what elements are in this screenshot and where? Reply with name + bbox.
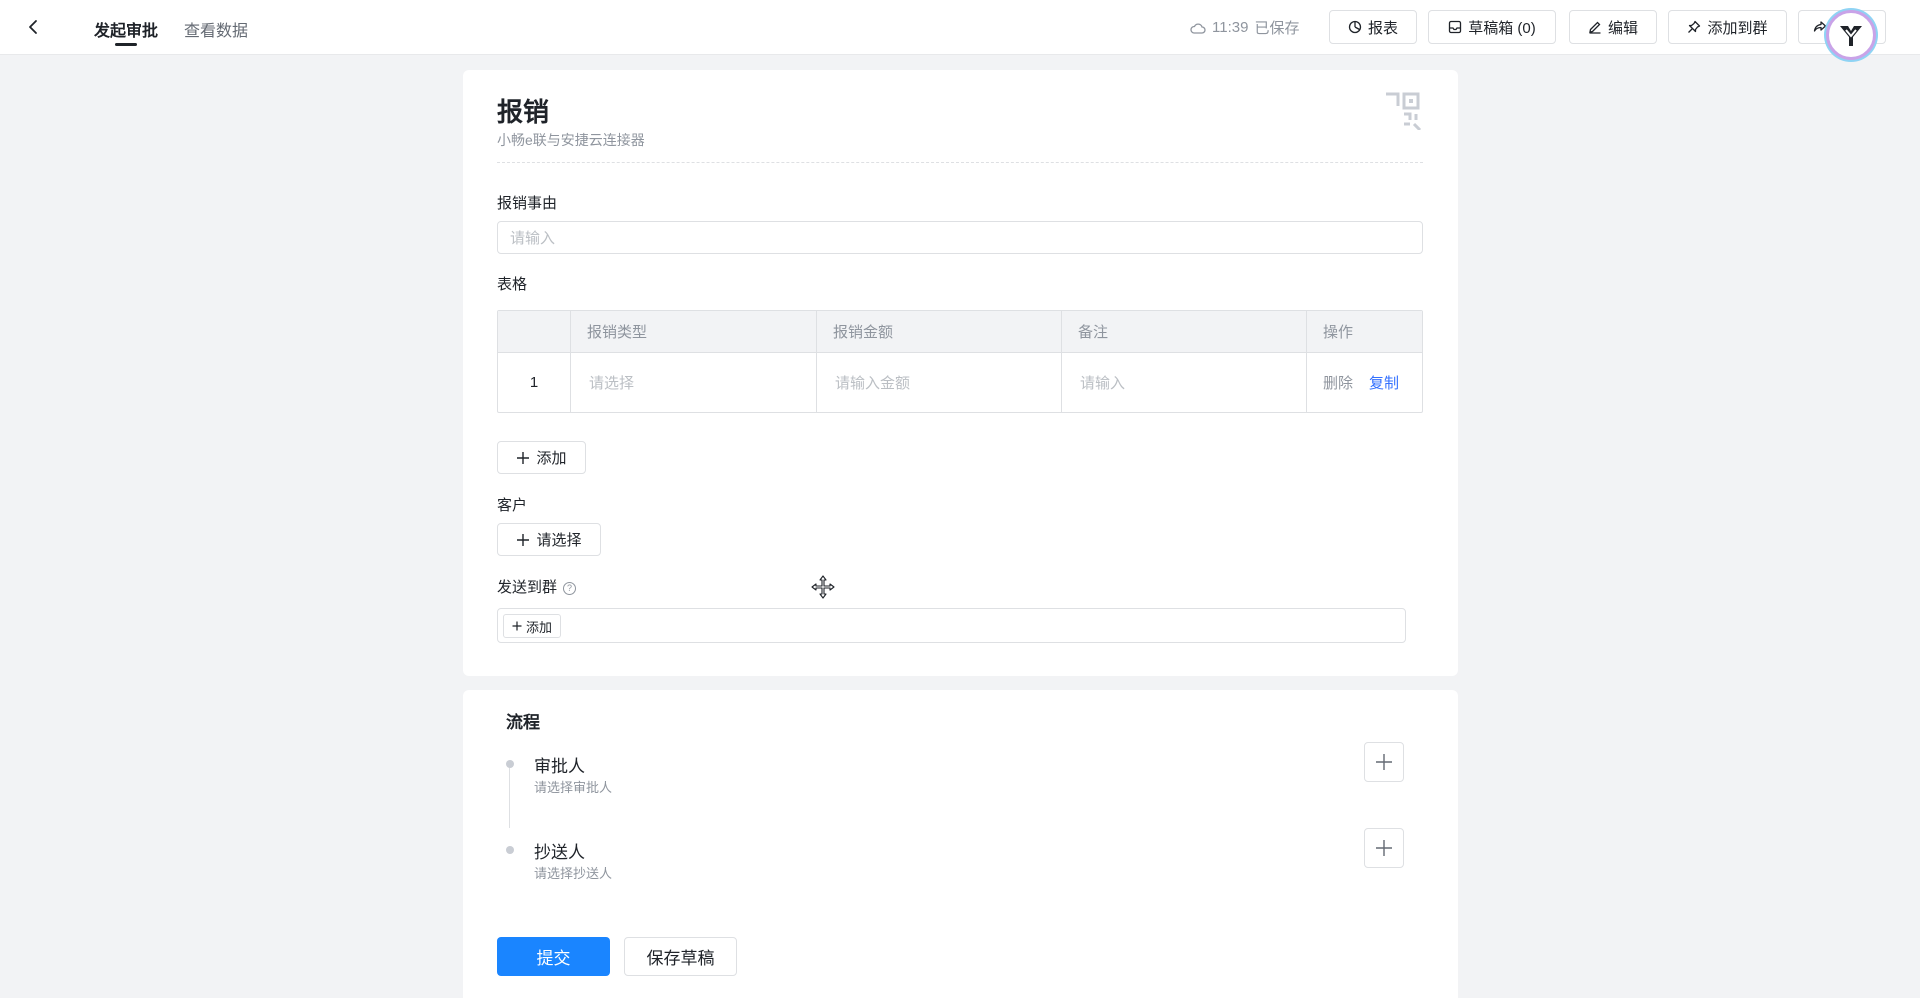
- table-header: 报销类型 报销金额 备注 操作: [498, 311, 1422, 353]
- form-title: 报销: [497, 97, 550, 127]
- send-to-group-field[interactable]: 添加: [497, 608, 1406, 643]
- save-draft-button[interactable]: 保存草稿: [624, 937, 737, 976]
- edit-label: 编辑: [1607, 19, 1638, 37]
- process-title: 流程: [506, 713, 540, 732]
- expense-amount-input[interactable]: 请输入金额: [817, 353, 1062, 412]
- process-connector-line: [509, 768, 510, 828]
- expense-type-select[interactable]: 请选择: [571, 353, 817, 412]
- plus-icon: [517, 451, 530, 464]
- inbox-icon: [1449, 20, 1462, 34]
- row-actions: 删除 复制: [1307, 353, 1422, 412]
- form-subtitle: 小畅e联与安捷云连接器: [497, 132, 645, 148]
- logo-icon: [1840, 26, 1862, 46]
- customer-select-button[interactable]: 请选择: [497, 523, 601, 556]
- back-button[interactable]: [22, 16, 44, 38]
- cloud-icon: [1190, 22, 1206, 34]
- cc-dot: [506, 846, 514, 854]
- column-header: 报销金额: [833, 324, 894, 341]
- reason-input[interactable]: 请输入: [497, 221, 1423, 254]
- column-header: 报销类型: [587, 324, 648, 341]
- header-cell-actions: 操作: [1307, 311, 1422, 352]
- plus-icon: [1376, 754, 1392, 770]
- qr-code-icon[interactable]: [1384, 90, 1424, 130]
- expense-note-placeholder: 请输入: [1080, 375, 1126, 392]
- submit-button[interactable]: 提交: [497, 937, 610, 976]
- plus-icon: [1376, 840, 1392, 856]
- save-time: 11:39: [1212, 19, 1249, 36]
- tab-label: 发起审批: [94, 23, 159, 40]
- expense-amount-placeholder: 请输入金额: [835, 375, 911, 392]
- move-cursor-icon: [810, 574, 836, 600]
- report-button[interactable]: 报表: [1329, 10, 1417, 44]
- header-cell-amount: 报销金额: [817, 311, 1062, 352]
- approver-label: 审批人: [534, 757, 585, 776]
- chart-pie-icon: [1348, 20, 1362, 34]
- share-icon: [1813, 21, 1827, 32]
- add-row-button[interactable]: 添加: [497, 441, 586, 474]
- tab-label: 查看数据: [184, 23, 249, 40]
- customer-select-label: 请选择: [536, 532, 582, 549]
- table-row: 1 请选择 请输入金额 请输入 删除 复制: [498, 353, 1422, 412]
- table-label: 表格: [497, 276, 528, 293]
- cc-hint: 请选择抄送人: [534, 866, 613, 881]
- title-divider: [497, 162, 1423, 163]
- drafts-button[interactable]: 草稿箱 (0): [1428, 10, 1556, 44]
- avatar[interactable]: [1826, 10, 1876, 60]
- customer-label: 客户: [497, 497, 528, 514]
- column-header: 操作: [1323, 324, 1354, 341]
- drafts-label: 草稿箱 (0): [1468, 19, 1536, 37]
- expense-table: 报销类型 报销金额 备注 操作 1 请选择 请输入金额 请输入 删除 复制: [497, 310, 1423, 413]
- form-card: 报销 小畅e联与安捷云连接器 报销事由 请输入 表格 报销类型 报销金额 备注: [463, 70, 1458, 676]
- add-group-label: 添加: [526, 619, 553, 635]
- reason-placeholder: 请输入: [510, 230, 556, 247]
- expense-note-input[interactable]: 请输入: [1062, 353, 1307, 412]
- save-status-text: 已保存: [1254, 20, 1300, 37]
- approver-dot: [506, 760, 514, 768]
- plus-icon: [517, 533, 530, 546]
- approver-hint: 请选择审批人: [534, 780, 613, 795]
- column-header: 备注: [1078, 324, 1109, 341]
- help-icon[interactable]: ?: [563, 581, 577, 595]
- add-to-group-button[interactable]: 添加到群: [1668, 10, 1787, 44]
- pin-icon: [1688, 20, 1701, 33]
- add-cc-button[interactable]: [1364, 828, 1404, 868]
- process-card: 流程 审批人 请选择审批人 抄送人 请选择抄送人 提交 保存草稿: [463, 690, 1458, 998]
- top-bar: 发起审批 查看数据 11:39 已保存 报表 草稿箱 (0) 编辑 添加到群: [0, 0, 1920, 60]
- expense-type-placeholder: 请选择: [589, 375, 635, 392]
- copy-row-link[interactable]: 复制: [1369, 372, 1399, 393]
- cc-label: 抄送人: [534, 843, 585, 862]
- header-cell-note: 备注: [1062, 311, 1307, 352]
- header-cell-index: [498, 311, 571, 352]
- report-label: 报表: [1367, 19, 1398, 37]
- header-cell-type: 报销类型: [571, 311, 817, 352]
- row-index-text: 1: [529, 374, 539, 391]
- add-group-button[interactable]: 添加: [503, 614, 562, 638]
- delete-row-link[interactable]: 删除: [1323, 372, 1353, 393]
- add-to-group-label: 添加到群: [1707, 19, 1768, 37]
- pencil-icon: [1589, 21, 1601, 34]
- plus-icon: [512, 621, 522, 631]
- chevron-left-icon: [29, 20, 37, 34]
- tab-initiate-approval[interactable]: 发起审批: [94, 17, 159, 46]
- send-to-group-text: 发送到群: [497, 579, 558, 596]
- edit-button[interactable]: 编辑: [1569, 10, 1657, 44]
- add-approver-button[interactable]: [1364, 742, 1404, 782]
- save-status: 11:39 已保存: [1190, 17, 1299, 38]
- row-index: 1: [498, 353, 571, 412]
- active-tab-indicator: [115, 43, 137, 46]
- add-row-label: 添加: [536, 450, 567, 467]
- send-to-group-label: 发送到群?: [497, 576, 577, 597]
- reason-label: 报销事由: [497, 195, 558, 212]
- tab-view-data[interactable]: 查看数据: [184, 17, 248, 41]
